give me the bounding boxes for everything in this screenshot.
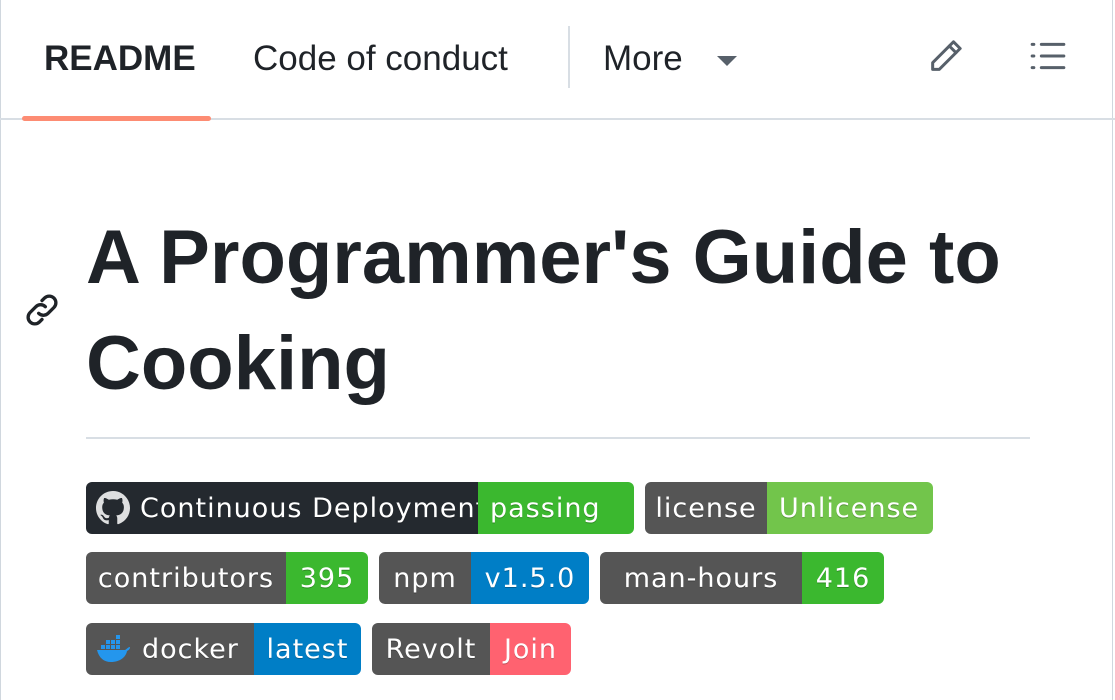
badge-label: man-hours bbox=[600, 552, 802, 604]
badge-value: passing bbox=[478, 482, 634, 534]
tab-more-dropdown[interactable]: More bbox=[603, 0, 737, 118]
heading-anchor-link[interactable] bbox=[22, 290, 62, 330]
pencil-icon bbox=[931, 40, 962, 71]
badge-value: latest bbox=[254, 623, 361, 675]
edit-button[interactable] bbox=[924, 34, 968, 78]
badge-value: v1.5.0 bbox=[471, 552, 589, 604]
tab-code-of-conduct[interactable]: Code of conduct bbox=[253, 0, 508, 118]
badge-contributors[interactable]: contributors 395 bbox=[86, 552, 368, 604]
badge-value: Join bbox=[490, 623, 571, 675]
badge-man-hours[interactable]: man-hours 416 bbox=[600, 552, 884, 604]
badge-label: Continuous Deployment bbox=[86, 482, 486, 534]
badge-value: Unlicense bbox=[767, 482, 933, 534]
chevron-down-icon bbox=[716, 56, 737, 66]
badge-label: Revolt bbox=[372, 623, 490, 675]
badge-value: 395 bbox=[286, 552, 368, 604]
badge-label: docker bbox=[86, 623, 254, 675]
readme-tab-bar: README Code of conduct More bbox=[0, 0, 1115, 121]
active-tab-underline bbox=[22, 116, 211, 121]
badge-label: contributors bbox=[86, 552, 286, 604]
badge-continuous-deployment[interactable]: Continuous Deployment passing bbox=[86, 482, 634, 534]
tab-readme-label: README bbox=[44, 39, 196, 78]
tab-readme[interactable]: README bbox=[22, 0, 211, 121]
link-icon bbox=[26, 294, 58, 326]
page-title: A Programmer's Guide to Cooking bbox=[86, 215, 1001, 406]
tab-more-label: More bbox=[603, 39, 683, 78]
badge-label: npm bbox=[379, 552, 471, 604]
tab-divider bbox=[568, 26, 570, 88]
github-icon bbox=[96, 491, 130, 525]
tab-code-of-conduct-label: Code of conduct bbox=[253, 39, 508, 78]
badge-docker[interactable]: docker latest bbox=[86, 623, 361, 675]
badge-label-text: docker bbox=[142, 633, 239, 665]
badge-value: 416 bbox=[802, 552, 884, 604]
heading-divider bbox=[86, 437, 1030, 439]
badge-label: license bbox=[645, 482, 767, 534]
badge-license[interactable]: license Unlicense bbox=[645, 482, 933, 534]
docker-icon bbox=[96, 635, 132, 663]
outline-button[interactable] bbox=[1026, 34, 1070, 78]
badge-revolt[interactable]: Revolt Join bbox=[372, 623, 571, 675]
badge-npm[interactable]: npm v1.5.0 bbox=[379, 552, 589, 604]
list-icon bbox=[1030, 42, 1066, 70]
badge-label-text: Continuous Deployment bbox=[140, 492, 488, 524]
